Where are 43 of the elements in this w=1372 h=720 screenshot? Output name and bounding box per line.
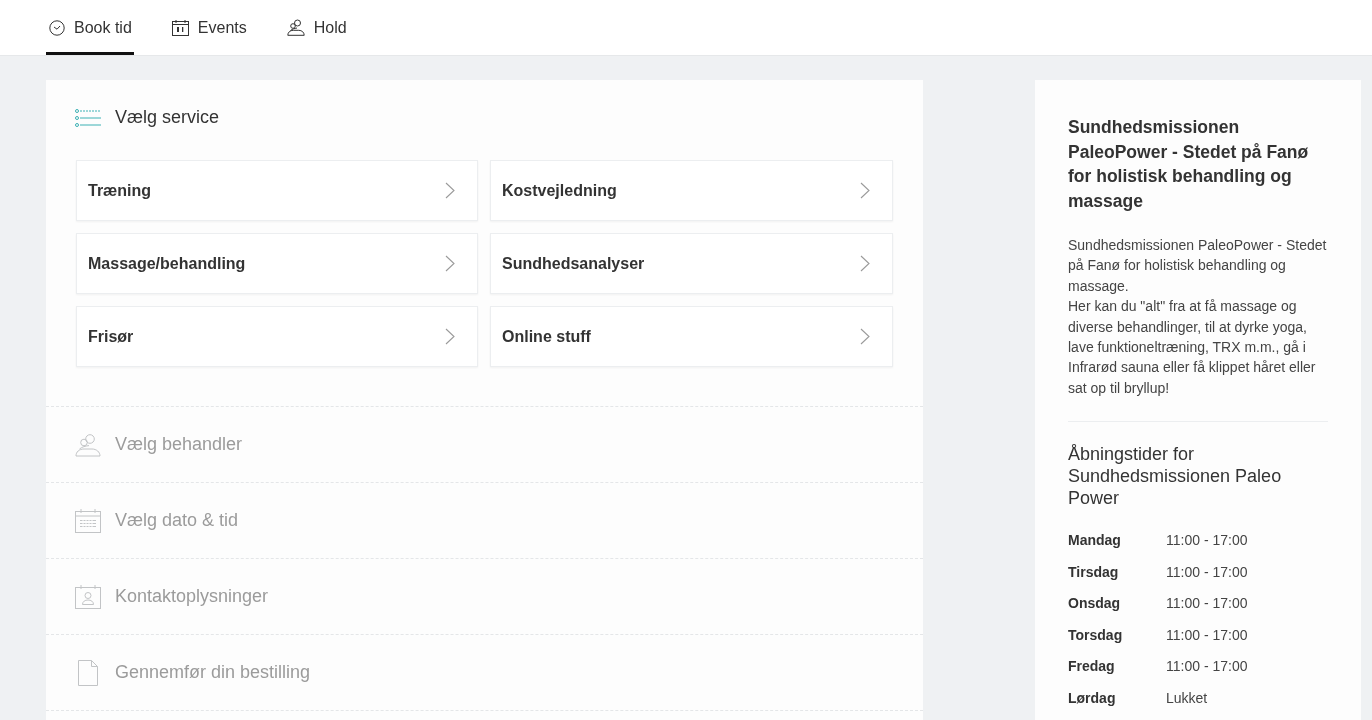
- weekday-label: Fredag: [1068, 657, 1116, 676]
- opening-time: 11:00 - 17:00: [1166, 562, 1249, 581]
- clock-icon: [49, 19, 65, 36]
- chevron-right-icon: [445, 328, 455, 345]
- service-option[interactable]: Online stuff: [490, 306, 893, 367]
- contact-card-icon: [75, 584, 101, 609]
- service-option[interactable]: Massage/behandling: [76, 233, 478, 294]
- step-title: Gennemfør din bestilling: [115, 662, 311, 683]
- opening-time: 11:00 - 17:00: [1166, 594, 1249, 613]
- opening-time: Lukket: [1166, 688, 1209, 707]
- step-title: Vælg behandler: [115, 434, 243, 455]
- chevron-right-icon: [445, 255, 455, 272]
- calendar-icon: [171, 19, 189, 36]
- chevron-right-icon: [860, 182, 870, 199]
- service-option[interactable]: Træning: [76, 160, 478, 221]
- weekday-label: Lørdag: [1068, 688, 1117, 707]
- weekday-label: Torsdag: [1068, 625, 1124, 644]
- list-icon: [75, 108, 101, 127]
- business-title: Sundhedsmissionen PaleoPower - Stedet på Fanø for holistisk behandling og massage: [1068, 116, 1310, 213]
- step-title: Kontaktoplysninger: [115, 586, 269, 607]
- nav-tab[interactable]: Hold: [283, 0, 349, 55]
- chevron-right-icon: [860, 255, 870, 272]
- people-icon: [75, 432, 101, 457]
- calendar-icon: [75, 508, 101, 533]
- opening-time: 11:00 - 17:00: [1166, 657, 1249, 676]
- chevron-right-icon: [445, 182, 455, 199]
- document-icon: [78, 659, 98, 686]
- step-title: Vælg service: [115, 107, 220, 128]
- service-option[interactable]: Frisør: [76, 306, 478, 367]
- opening-hours-title: Åbningstider for Sundhedsmissionen Paleo Power: [1068, 443, 1283, 510]
- service-option[interactable]: Kostvejledning: [490, 160, 893, 221]
- opening-time: 11:00 - 17:00: [1166, 625, 1249, 644]
- step-title: Vælg dato & tid: [115, 510, 239, 531]
- nav-tab[interactable]: Events: [168, 0, 249, 55]
- opening-time: 11:00 - 17:00: [1166, 531, 1249, 550]
- chevron-right-icon: [860, 328, 870, 345]
- weekday-label: Onsdag: [1068, 594, 1122, 613]
- service-option[interactable]: Sundhedsanalyser: [490, 233, 893, 294]
- nav-tab[interactable]: Book tid: [46, 0, 134, 55]
- business-description: Sundhedsmissionen PaleoPower - Stedet på Fanø for holistisk behandling og massage. Her kan du "alt" fra at få massage og diverse behandlinger, til at dyrke yoga, lave funktioneltræning, TRX m.m., gå i Infrarød sauna eller få klippet håret eller sat op til bryllup!: [1068, 236, 1328, 398]
- weekday-label: Tirsdag: [1068, 562, 1120, 581]
- people-icon: [286, 19, 305, 36]
- weekday-label: Mandag: [1068, 531, 1122, 550]
